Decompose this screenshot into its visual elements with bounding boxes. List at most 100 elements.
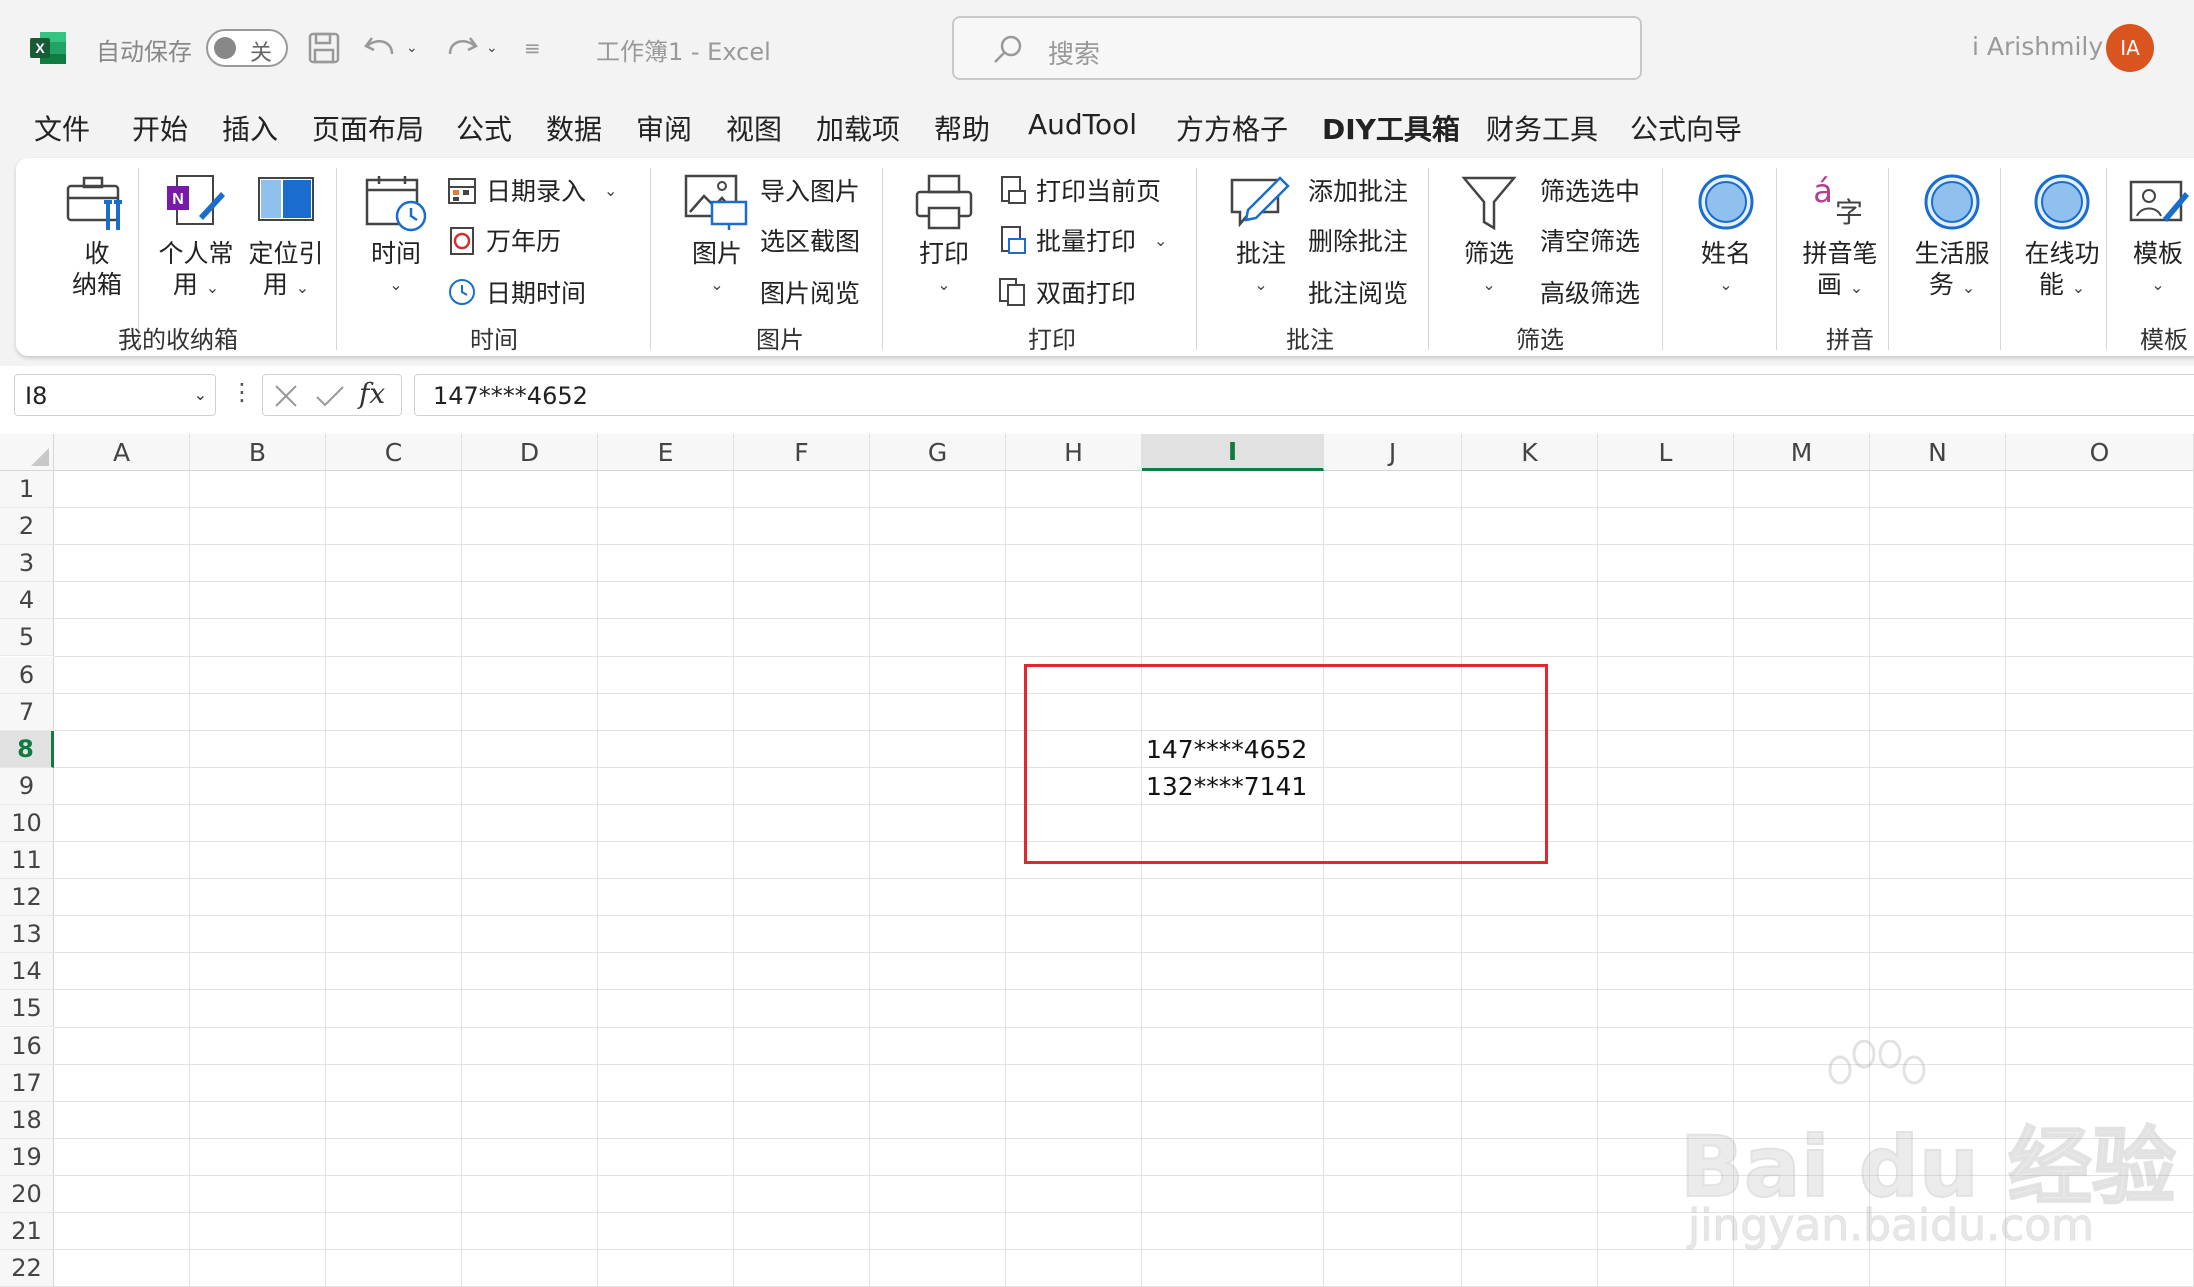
undo-dropdown-icon[interactable]: ⌄ (406, 26, 418, 70)
filter-button[interactable]: 筛选 ⌄ (1444, 172, 1534, 300)
column-header-a[interactable]: A (54, 434, 190, 471)
row-header-6[interactable]: 6 (0, 656, 54, 694)
row-header-3[interactable]: 3 (0, 545, 54, 583)
row-header-21[interactable]: 21 (0, 1213, 54, 1251)
print-current-button[interactable]: 打印当前页 (996, 172, 1161, 208)
column-header-o[interactable]: O (2006, 434, 2194, 471)
comment-button[interactable]: 批注 ⌄ (1216, 172, 1306, 300)
tab-addins[interactable]: 加载项 (816, 108, 900, 148)
pinyin-stroke-button[interactable]: á 字 拼音笔 画 ⌄ (1792, 172, 1888, 303)
tab-home[interactable]: 开始 (132, 108, 188, 148)
tab-review[interactable]: 审阅 (636, 108, 692, 148)
tab-data[interactable]: 数据 (546, 108, 602, 148)
column-header-d[interactable]: D (462, 434, 598, 471)
column-header-j[interactable]: J (1324, 434, 1462, 471)
row-header-2[interactable]: 2 (0, 508, 54, 546)
row-header-9[interactable]: 9 (0, 767, 54, 805)
personal-button[interactable]: N 个人常 用 ⌄ (150, 172, 242, 303)
clear-filter-button[interactable]: 清空筛选 (1540, 222, 1640, 258)
confirm-icon[interactable] (315, 383, 345, 409)
row-header-1[interactable]: 1 (0, 471, 54, 509)
customize-toolbar-icon[interactable]: ≡ (524, 26, 541, 70)
row-header-11[interactable]: 11 (0, 842, 54, 880)
avatar[interactable]: IA (2106, 24, 2154, 72)
online-button[interactable]: 在线功 能 ⌄ (2012, 172, 2112, 303)
name-box[interactable]: I8 ⌄ (14, 374, 216, 416)
row-header-7[interactable]: 7 (0, 693, 54, 731)
autosave-toggle[interactable]: 关 (206, 29, 288, 67)
picture-button[interactable]: 图片 ⌄ (670, 172, 764, 300)
datetime-button[interactable]: 日期时间 (446, 274, 586, 310)
tab-finance-tools[interactable]: 财务工具 (1486, 108, 1598, 148)
column-header-f[interactable]: F (734, 434, 870, 471)
column-header-n[interactable]: N (1870, 434, 2006, 471)
column-header-c[interactable]: C (326, 434, 462, 471)
tab-view[interactable]: 视图 (726, 108, 782, 148)
row-header-17[interactable]: 17 (0, 1064, 54, 1102)
circle-button-icon (1924, 174, 1980, 230)
time-button[interactable]: 时间 ⌄ (358, 172, 434, 300)
column-header-b[interactable]: B (190, 434, 326, 471)
locate-ref-button[interactable]: 定位引 用 ⌄ (240, 172, 332, 303)
row-header-4[interactable]: 4 (0, 582, 54, 620)
calendar-button[interactable]: 万年历 (446, 222, 561, 258)
delete-comment-button[interactable]: 删除批注 (1308, 222, 1408, 258)
column-header-m[interactable]: M (1734, 434, 1870, 471)
row-header-20[interactable]: 20 (0, 1175, 54, 1213)
row-header-13[interactable]: 13 (0, 916, 54, 954)
tab-page-layout[interactable]: 页面布局 (312, 108, 424, 148)
row-header-5[interactable]: 5 (0, 619, 54, 657)
redo-icon[interactable] (440, 26, 480, 70)
select-all-corner[interactable] (0, 434, 54, 471)
browse-comment-button[interactable]: 批注阅览 (1308, 274, 1408, 310)
column-header-k[interactable]: K (1462, 434, 1598, 471)
cancel-icon[interactable] (273, 383, 299, 409)
tab-audtool[interactable]: AudTool (1028, 108, 1137, 141)
tab-help[interactable]: 帮助 (934, 108, 990, 148)
row-header-19[interactable]: 19 (0, 1138, 54, 1176)
template-button[interactable]: 模板 ⌄ (2122, 172, 2194, 300)
tab-formulas[interactable]: 公式 (456, 108, 512, 148)
row-header-12[interactable]: 12 (0, 879, 54, 917)
life-service-button[interactable]: 生活服 务 ⌄ (1902, 172, 2002, 303)
batch-print-button[interactable]: 批量打印 ⌄ (996, 222, 1167, 258)
print-button[interactable]: 打印 ⌄ (906, 172, 982, 300)
undo-icon[interactable] (362, 26, 402, 70)
row-header-18[interactable]: 18 (0, 1101, 54, 1139)
row-header-8[interactable]: 8 (0, 730, 54, 768)
fx-icon[interactable]: fx (359, 377, 385, 410)
tab-diy-toolbox[interactable]: DIY工具箱 (1322, 108, 1460, 160)
name-button[interactable]: 姓名 ⌄ (1678, 172, 1774, 300)
import-picture-button[interactable]: 导入图片 (760, 172, 860, 208)
storage-button[interactable]: 收 纳箱 (52, 172, 142, 300)
filter-selected-button[interactable]: 筛选选中 (1540, 172, 1640, 208)
row-header-16[interactable]: 16 (0, 1027, 54, 1065)
save-icon[interactable] (306, 26, 342, 70)
tab-fangfang[interactable]: 方方格子 (1176, 108, 1288, 148)
row-header-22[interactable]: 22 (0, 1250, 54, 1287)
tab-file[interactable]: 文件 (34, 108, 90, 148)
picture-browse-button[interactable]: 图片阅览 (760, 274, 860, 310)
formula-input[interactable]: 147****4652 (414, 374, 2194, 416)
column-header-e[interactable]: E (598, 434, 734, 471)
column-header-g[interactable]: G (870, 434, 1006, 471)
duplex-print-button[interactable]: 双面打印 (996, 274, 1136, 310)
date-entry-button[interactable]: 日期录入 ⌄ (446, 172, 617, 208)
screenshot-button[interactable]: 选区截图 (760, 222, 860, 258)
tab-formula-wizard[interactable]: 公式向导 (1630, 108, 1742, 148)
add-comment-button[interactable]: 添加批注 (1308, 172, 1408, 208)
search-box[interactable]: 搜索 (952, 16, 1642, 80)
row-header-14[interactable]: 14 (0, 953, 54, 991)
row-header-15[interactable]: 15 (0, 990, 54, 1028)
advanced-filter-button[interactable]: 高级筛选 (1540, 274, 1640, 310)
tab-insert[interactable]: 插入 (222, 108, 278, 148)
more-options-icon[interactable]: ⋮ (230, 378, 254, 406)
row-header-10[interactable]: 10 (0, 804, 54, 842)
chevron-down-icon[interactable]: ⌄ (194, 385, 207, 404)
column-header-i[interactable]: I (1142, 434, 1324, 471)
user-name[interactable]: i Arishmily (1972, 32, 2103, 61)
column-header-h[interactable]: H (1006, 434, 1142, 471)
column-header-l[interactable]: L (1598, 434, 1734, 471)
redo-dropdown-icon[interactable]: ⌄ (486, 26, 498, 70)
excel-logo-icon[interactable]: X (28, 30, 68, 66)
